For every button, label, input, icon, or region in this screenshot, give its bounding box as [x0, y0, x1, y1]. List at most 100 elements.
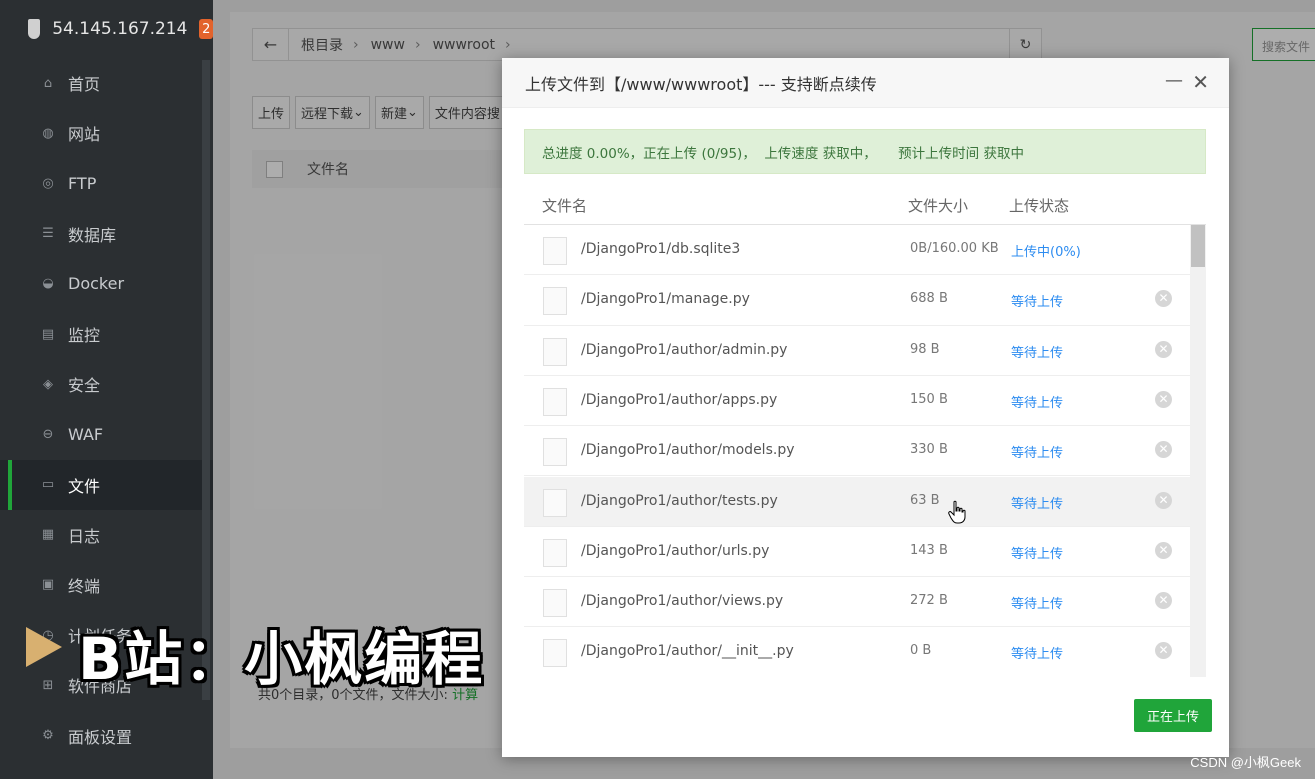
remove-file-icon[interactable]: ✕ [1155, 541, 1172, 559]
upload-file-name: /DjangoPro1/author/__init__.py [581, 643, 794, 660]
sidebar-item-10[interactable]: ▣ 终端 [0, 560, 213, 610]
sidebar-item-6[interactable]: ◈ 安全 [0, 359, 213, 409]
upload-file-name: /DjangoPro1/author/urls.py [581, 542, 770, 559]
sidebar-scrollbar[interactable] [202, 60, 210, 700]
sidebar-item-label: WAF [68, 424, 104, 444]
upload-row: /DjangoPro1/author/admin.py 98 B 等待上传 ✕ [524, 326, 1190, 376]
sidebar-item-7[interactable]: ⊖ WAF [0, 409, 213, 459]
remove-file-icon[interactable]: ✕ [1155, 441, 1172, 459]
upload-file-status: 等待上传 [1011, 496, 1064, 512]
upload-file-status: 上传中(0%) [1011, 245, 1081, 260]
sidebar-item-label: FTP [68, 173, 97, 193]
upload-file-size: 143 B [910, 542, 948, 558]
home-icon: ⌂ [43, 75, 53, 91]
sidebar-item-13[interactable]: ⚙ 面板设置 [0, 710, 213, 760]
upload-file-status: 等待上传 [1011, 295, 1064, 311]
dialog-title: 上传文件到【/www/wwwroot】--- 支持断点续传 [525, 74, 877, 94]
file-icon [543, 287, 567, 316]
upload-file-status: 等待上传 [1011, 395, 1064, 411]
upload-row: /DjangoPro1/author/__init__.py 0 B 等待上传 ✕ [524, 627, 1190, 677]
sidebar-item-label: 监控 [68, 326, 101, 346]
header-status: 上传状态 [1009, 197, 1070, 215]
upload-row: /DjangoPro1/author/tests.py 63 B 等待上传 ✕ [524, 476, 1190, 527]
server-ip: 54.145.167.214 [52, 19, 188, 39]
upload-file-name: /DjangoPro1/author/apps.py [581, 391, 778, 408]
terminal-icon: ▣ [41, 577, 55, 593]
ftp-icon: ◎ [42, 175, 54, 191]
upload-file-status: 等待上传 [1011, 647, 1064, 663]
upload-file-name: /DjangoPro1/db.sqlite3 [581, 241, 741, 257]
upload-file-status: 等待上传 [1011, 446, 1064, 462]
sidebar-item-label: 面板设置 [68, 727, 133, 747]
upload-row: /DjangoPro1/author/models.py 330 B 等待上传 ✕ [524, 426, 1190, 477]
file-icon [543, 337, 567, 366]
sidebar-item-label: 日志 [68, 526, 101, 546]
header-filesize: 文件大小 [908, 197, 969, 215]
file-icon [543, 387, 567, 416]
uploading-button[interactable]: 正在上传 [1134, 699, 1212, 732]
upload-file-name: /DjangoPro1/author/admin.py [581, 341, 788, 358]
upload-row: /DjangoPro1/manage.py 688 B 等待上传 ✕ [524, 275, 1190, 326]
remove-file-icon[interactable]: ✕ [1155, 340, 1172, 358]
sidebar-item-label: Docker [68, 274, 125, 294]
minimize-icon[interactable]: — [1165, 70, 1183, 91]
remove-file-icon[interactable]: ✕ [1155, 290, 1172, 308]
sidebar-item-4[interactable]: ◒ Docker [0, 259, 213, 309]
file-icon [543, 488, 567, 517]
sidebar-item-5[interactable]: ▤ 监控 [0, 309, 213, 359]
file-icon [543, 438, 567, 467]
scrollbar-thumb[interactable] [1191, 225, 1205, 267]
dialog-header: 上传文件到【/www/wwwroot】--- 支持断点续传 — ✕ [502, 58, 1229, 108]
close-icon[interactable]: ✕ [1192, 70, 1209, 94]
upload-row: /DjangoPro1/author/apps.py 150 B 等待上传 ✕ [524, 376, 1190, 427]
csdn-watermark: CSDN @小枫Geek [1190, 755, 1301, 770]
sidebar-item-8[interactable]: ▭ 文件 [0, 459, 213, 510]
upload-file-name: /DjangoPro1/author/tests.py [581, 492, 778, 509]
file-icon [543, 538, 567, 567]
upload-file-status: 等待上传 [1011, 597, 1064, 613]
upload-file-size: 0 B [910, 643, 932, 659]
sidebar-item-2[interactable]: ◎ FTP [0, 158, 213, 208]
hand-cursor-icon [948, 500, 966, 524]
upload-file-size: 272 B [910, 593, 948, 609]
upload-file-name: /DjangoPro1/author/models.py [581, 442, 795, 459]
upload-file-size: 63 B [910, 492, 940, 508]
remove-file-icon[interactable]: ✕ [1155, 491, 1172, 509]
upload-dialog: 上传文件到【/www/wwwroot】--- 支持断点续传 — ✕ 总进度 0.… [502, 58, 1229, 757]
upload-table-header: 文件名 文件大小 上传状态 [524, 183, 1206, 225]
server-brand: 54.145.167.214 2 [0, 0, 213, 58]
shield-icon: ◈ [43, 376, 53, 392]
list-scrollbar[interactable] [1190, 225, 1206, 677]
upload-file-size: 0B/160.00 KB [910, 241, 999, 256]
file-icon [543, 639, 567, 668]
remove-file-icon[interactable]: ✕ [1155, 592, 1172, 610]
sidebar-item-3[interactable]: ☰ 数据库 [0, 209, 213, 259]
gear-icon: ⚙ [42, 728, 54, 744]
log-icon: ▦ [41, 527, 55, 543]
sidebar-item-0[interactable]: ⌂ 首页 [0, 58, 213, 108]
upload-file-status: 等待上传 [1011, 546, 1064, 562]
docker-icon: ◒ [42, 276, 54, 292]
sidebar-item-9[interactable]: ▦ 日志 [0, 510, 213, 560]
upload-file-size: 688 B [910, 291, 948, 307]
database-icon: ☰ [42, 226, 54, 242]
sidebar-item-label: 网站 [68, 125, 101, 145]
header-filename: 文件名 [542, 197, 588, 215]
sidebar-item-label: 数据库 [68, 225, 117, 245]
upload-file-status: 等待上传 [1011, 345, 1064, 361]
upload-file-size: 98 B [910, 341, 940, 357]
play-logo-icon [26, 627, 62, 667]
notification-badge[interactable]: 2 [199, 19, 213, 39]
sidebar-item-1[interactable]: ◍ 网站 [0, 108, 213, 158]
shield-logo-icon [28, 19, 41, 39]
upload-file-name: /DjangoPro1/author/views.py [581, 593, 784, 610]
remove-file-icon[interactable]: ✕ [1155, 390, 1172, 408]
monitor-icon: ▤ [41, 326, 55, 342]
remove-file-icon[interactable]: ✕ [1155, 642, 1172, 660]
upload-row: /DjangoPro1/author/views.py 272 B 等待上传 ✕ [524, 577, 1190, 628]
file-icon [543, 589, 567, 618]
sidebar-item-label: 终端 [68, 576, 101, 596]
store-icon: ⊞ [42, 677, 54, 693]
file-icon [543, 237, 567, 265]
waf-icon: ⊖ [42, 426, 54, 442]
